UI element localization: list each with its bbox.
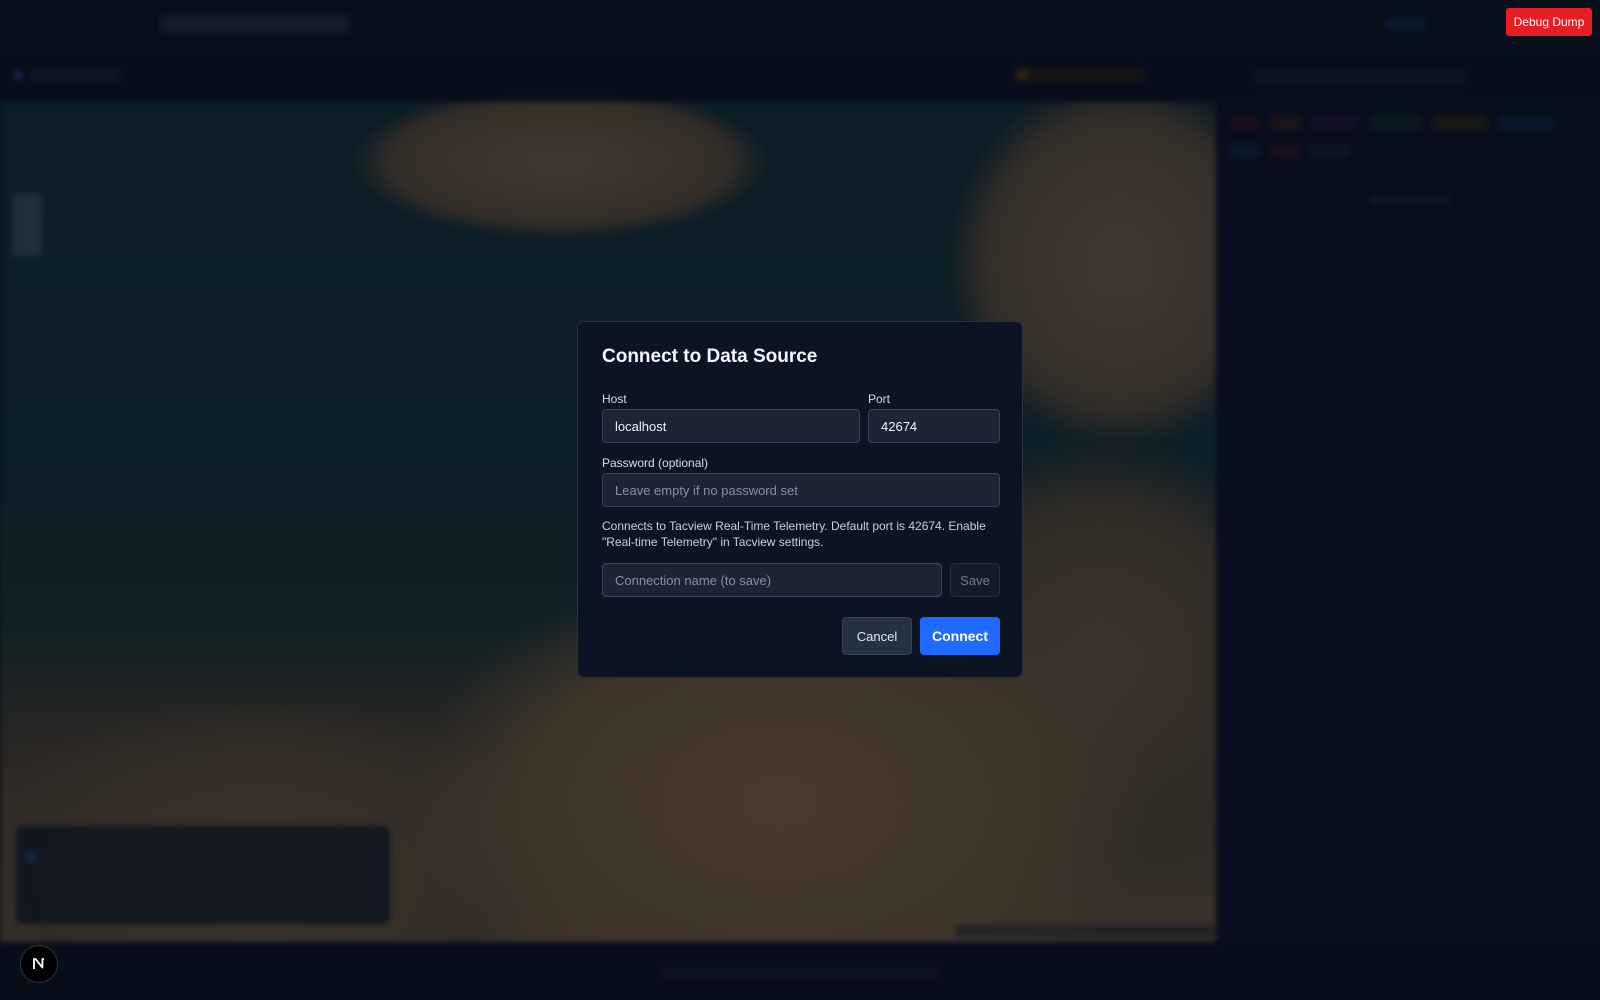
dialog-title: Connect to Data Source xyxy=(602,346,818,367)
debug-dump-button[interactable]: Debug Dump xyxy=(1506,8,1592,36)
cancel-button[interactable]: Cancel xyxy=(842,617,912,655)
connect-button[interactable]: Connect xyxy=(920,617,1000,655)
port-label: Port xyxy=(868,392,891,406)
nextjs-dev-badge[interactable] xyxy=(20,945,58,983)
connect-dialog: Connect to Data Source Host Port Passwor… xyxy=(577,321,1023,678)
password-label: Password (optional) xyxy=(602,456,709,470)
nextjs-n-icon xyxy=(33,958,44,969)
host-label: Host xyxy=(602,392,627,406)
port-input[interactable] xyxy=(868,409,1000,443)
host-input[interactable] xyxy=(602,409,860,443)
password-input[interactable] xyxy=(602,473,1000,507)
connection-name-input[interactable] xyxy=(602,563,942,597)
save-connection-button[interactable]: Save xyxy=(950,563,1000,597)
help-text: Connects to Tacview Real-Time Telemetry.… xyxy=(602,519,986,549)
